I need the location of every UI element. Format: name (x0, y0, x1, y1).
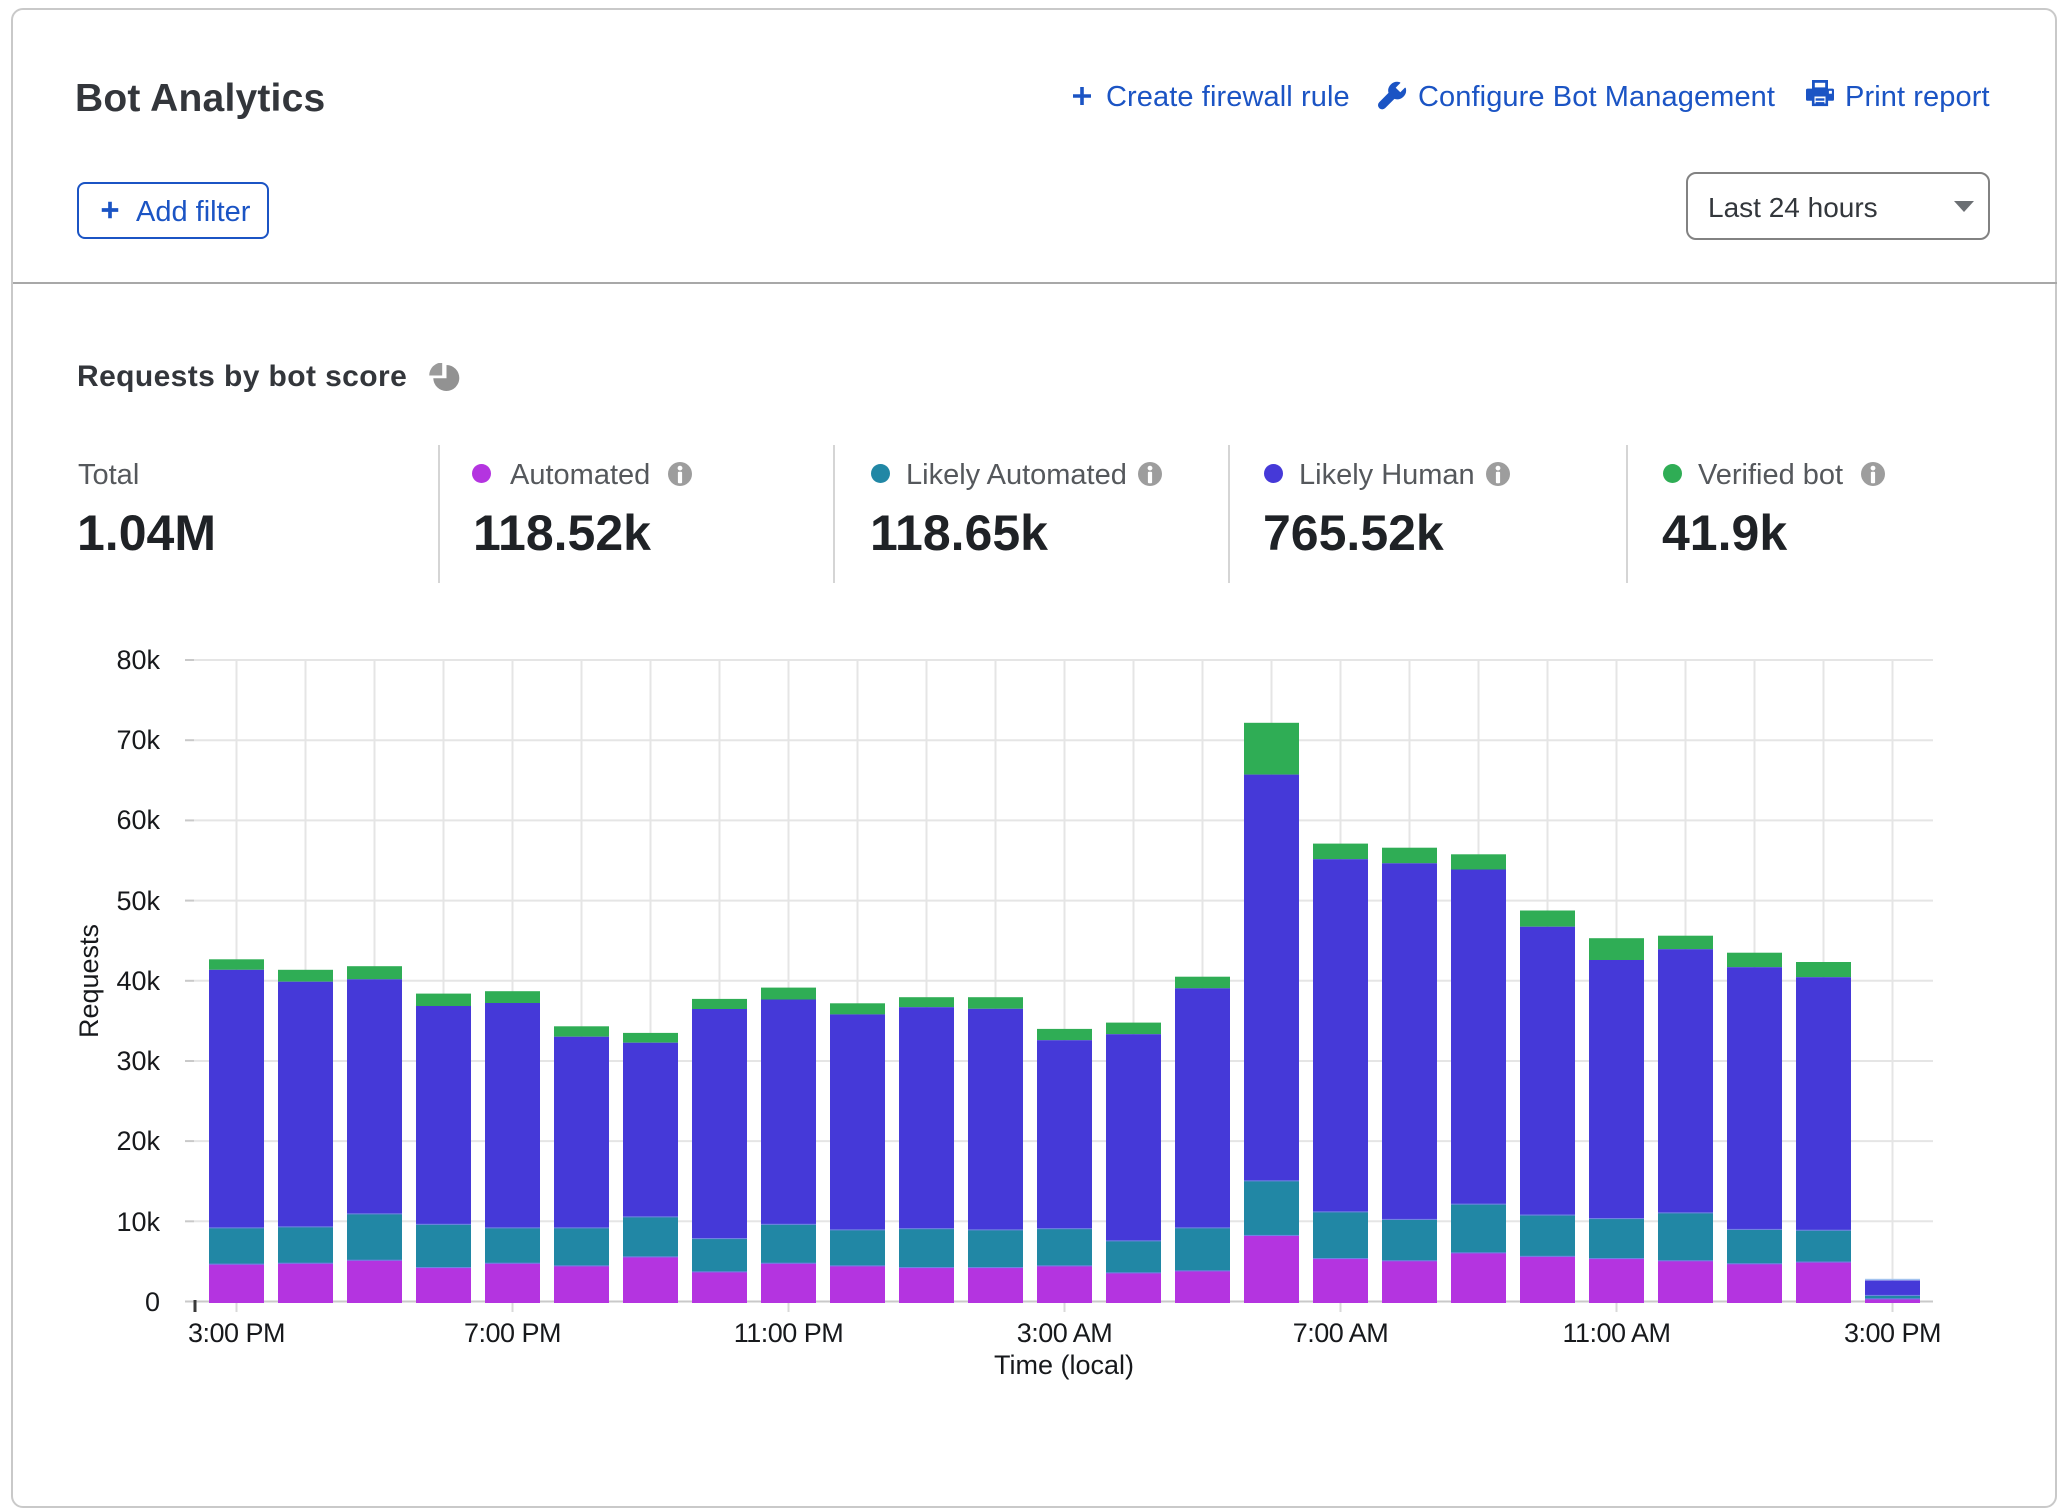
svg-text:30k: 30k (116, 1046, 160, 1076)
svg-text:Time (local): Time (local) (994, 1350, 1134, 1380)
svg-text:Requests: Requests (74, 924, 104, 1038)
svg-text:3:00 AM: 3:00 AM (1017, 1318, 1113, 1348)
svg-text:3:00 PM: 3:00 PM (188, 1318, 285, 1348)
svg-text:7:00 PM: 7:00 PM (464, 1318, 561, 1348)
svg-text:11:00 PM: 11:00 PM (734, 1318, 844, 1348)
svg-text:20k: 20k (116, 1126, 160, 1156)
svg-text:70k: 70k (116, 725, 160, 755)
svg-text:0: 0 (145, 1287, 160, 1317)
svg-text:40k: 40k (116, 966, 160, 996)
svg-text:80k: 80k (116, 645, 160, 675)
svg-text:10k: 10k (116, 1207, 160, 1237)
svg-text:3:00 PM: 3:00 PM (1844, 1318, 1941, 1348)
svg-text:60k: 60k (116, 805, 160, 835)
svg-text:11:00 AM: 11:00 AM (1562, 1318, 1670, 1348)
svg-text:7:00 AM: 7:00 AM (1293, 1318, 1389, 1348)
svg-text:50k: 50k (116, 886, 160, 916)
